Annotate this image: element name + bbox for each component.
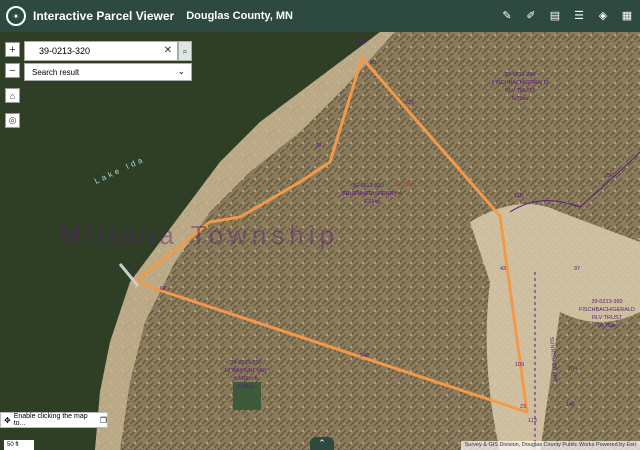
basemap-icon[interactable]: ▦ — [618, 6, 636, 24]
list-icon[interactable]: ☰ — [570, 6, 588, 24]
parcel-owner: ROMINE/NEVAN — [225, 368, 267, 374]
move-icon: ✥ — [4, 415, 11, 425]
dimension-label: 50 — [370, 60, 376, 66]
chevron-down-icon: ⌄ — [177, 66, 185, 76]
search-box: ✕ — [24, 41, 178, 61]
dimension-label: 61 — [160, 286, 166, 292]
parcel-extra: 6.79ac — [512, 96, 529, 102]
app-title: Interactive Parcel Viewer — [33, 9, 175, 23]
parcel-owner: FISCHBACH/GERALD — [579, 307, 635, 313]
toolbar: ✎ ✐ ▤ ☰ ◈ ▦ — [498, 6, 636, 24]
parcel-pin: 39-0213-360 — [591, 299, 622, 305]
dimension-label: 146 — [566, 402, 575, 408]
dimension-label: 335 — [356, 40, 365, 46]
locate-button[interactable]: ◎ — [5, 113, 20, 128]
home-button[interactable]: ⌂ — [5, 88, 20, 103]
status-text: Enable clicking the map to... — [13, 413, 88, 427]
scale-bar: 50 ft — [4, 440, 34, 450]
dimension-label: 43 — [500, 266, 506, 272]
dimension-label: 79 — [315, 143, 321, 149]
parcel-pin: 39-0213-320 — [352, 183, 383, 189]
parcel-extra: 10.76ac — [597, 323, 617, 329]
panel-toggle-button[interactable]: ⌃ — [310, 437, 334, 450]
map-view[interactable]: Miltona Township Lake Ida 39-0213-320 BR… — [0, 32, 640, 450]
search-button[interactable]: ⌕ — [178, 41, 192, 61]
print-icon[interactable]: ▤ — [546, 6, 564, 24]
map-canvas: Miltona Township Lake Ida 39-0213-320 BR… — [0, 32, 640, 450]
county-name: Douglas County, MN — [186, 10, 293, 22]
parcel-callout: 21.39ac — [395, 182, 415, 188]
parcel-acres: KAREN A — [234, 376, 258, 382]
dimension-label: 109 — [515, 362, 524, 368]
home-icon: ⌂ — [9, 90, 16, 101]
dimension-label: 116 — [514, 193, 523, 199]
zoom-in-button[interactable]: + — [5, 42, 20, 57]
parcel-pin: 39-0213-340 — [504, 72, 535, 78]
search-result-select[interactable]: Search result ⌄ — [24, 63, 192, 81]
chevron-up-icon: ⌃ — [318, 438, 326, 448]
dimension-label: 221 — [405, 100, 414, 106]
layers-edit-icon[interactable]: ✐ — [522, 6, 540, 24]
parcel-acres: RLV TRUST — [505, 88, 536, 94]
parcel-owner: FISCHBACH/GERALD — [492, 80, 548, 86]
dimension-label: 290 — [605, 173, 614, 179]
dimension-label: 113 — [528, 418, 537, 424]
search-result-label: Search result — [32, 67, 80, 77]
attribution: Survey & GIS Division, Douglas County Pu… — [460, 441, 640, 450]
layers-icon[interactable]: ◈ — [594, 6, 612, 24]
app-header: ✦ Interactive Parcel Viewer Douglas Coun… — [0, 0, 640, 32]
zoom-out-button[interactable]: − — [5, 63, 20, 78]
app-logo-icon: ✦ — [6, 6, 26, 26]
parcel-acres: 2.29ac — [364, 199, 381, 205]
parcel-pin: 39-0213-310 — [230, 360, 261, 366]
parcel-acres: RLV TRUST — [592, 315, 623, 321]
search-panel: ✕ ⌕ Search result ⌄ — [24, 41, 192, 81]
search-icon: ⌕ — [182, 45, 188, 56]
pencil-icon[interactable]: ✎ — [498, 6, 516, 24]
status-bar: ✥ Enable clicking the map to... ❐ — [0, 412, 108, 428]
search-input[interactable] — [39, 46, 159, 56]
copy-icon[interactable]: ❐ — [100, 416, 107, 425]
parcel-owner: BRUENNER/SHERRY A — [342, 191, 402, 197]
dimension-label: 548 — [360, 353, 369, 359]
dimension-label: 104 — [568, 366, 577, 372]
locate-icon: ◎ — [8, 115, 17, 125]
clear-icon[interactable]: ✕ — [164, 45, 172, 56]
township-label: Miltona Township — [60, 220, 339, 250]
dimension-label: 23 — [520, 404, 526, 410]
parcel-extra: 0.96ac — [238, 384, 255, 390]
dimension-label: 97 — [574, 266, 580, 272]
